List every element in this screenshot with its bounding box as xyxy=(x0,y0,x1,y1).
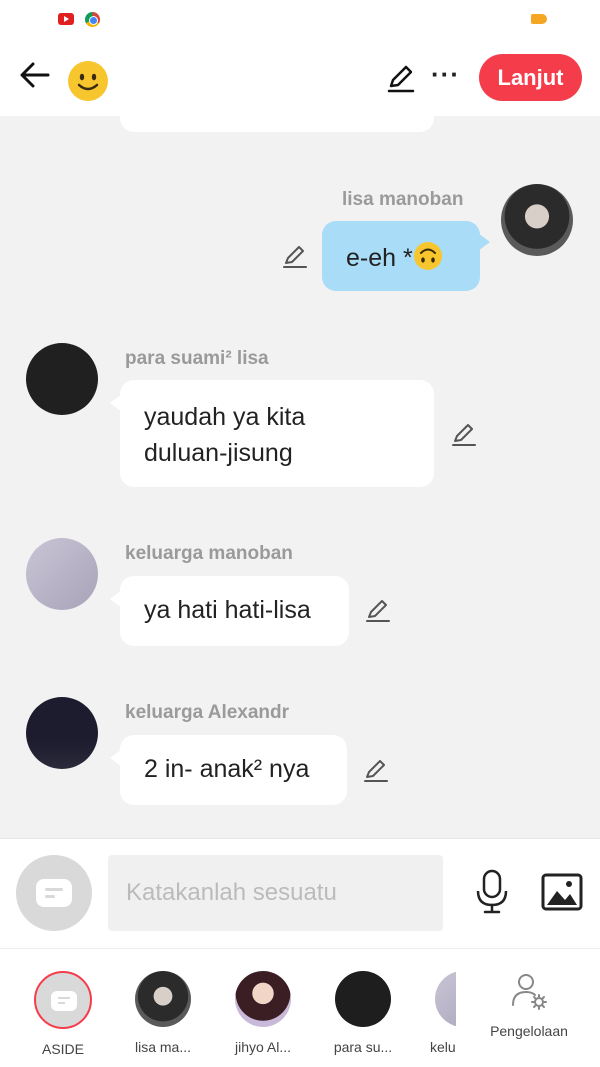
sender-name: lisa manoban xyxy=(342,189,464,210)
tray-item-aside[interactable]: ASIDE xyxy=(18,971,108,1057)
arrow-left-icon[interactable] xyxy=(18,58,52,92)
avatar xyxy=(34,971,92,1029)
pencil-icon[interactable] xyxy=(385,62,417,94)
avatar[interactable] xyxy=(26,343,98,415)
avatar xyxy=(235,971,291,1027)
avatar[interactable] xyxy=(26,697,98,769)
tray-item-character[interactable]: para su... xyxy=(318,971,408,1055)
avatar xyxy=(335,971,391,1027)
manage-button[interactable]: Pengelolaan xyxy=(474,971,584,1039)
character-tray: ASIDE lisa ma... jihyo Al... para su... … xyxy=(0,948,600,1067)
chat-bubble-icon xyxy=(36,879,72,907)
tray-item-label: ASIDE xyxy=(41,1041,84,1057)
message-bubble[interactable]: ya hati hati-lisa xyxy=(110,576,349,646)
avatar[interactable] xyxy=(501,184,573,256)
status-bar xyxy=(0,0,600,40)
message-composer xyxy=(0,838,600,948)
pencil-icon[interactable] xyxy=(281,242,309,270)
chat-header: ··· Lanjut xyxy=(0,40,600,116)
avatar xyxy=(435,971,456,1027)
message-bubble[interactable]: 2 in- anak² nya xyxy=(110,735,347,805)
message-text-line: duluan-jisung xyxy=(144,439,293,467)
microphone-icon[interactable] xyxy=(474,869,510,915)
sender-name: keluarga Alexandr xyxy=(125,702,290,723)
user-settings-icon xyxy=(512,974,547,1010)
battery-icon xyxy=(531,14,547,24)
message-input[interactable] xyxy=(108,855,443,931)
tray-item-character[interactable]: lisa ma... xyxy=(118,971,208,1055)
youtube-icon xyxy=(58,13,74,25)
sender-name: para suami² lisa xyxy=(125,348,269,369)
message-bubble[interactable]: e-eh * xyxy=(322,221,490,291)
message-text: e-eh * xyxy=(346,244,413,272)
tray-item-label: para su... xyxy=(333,1039,393,1055)
tray-item-label: kelu xyxy=(430,1039,456,1055)
message-bubble[interactable]: yaudah ya kita duluan-jisung xyxy=(110,380,434,487)
pencil-icon[interactable] xyxy=(364,596,392,624)
tray-item-label: jihyo Al... xyxy=(234,1039,292,1055)
avatar xyxy=(135,971,191,1027)
image-icon[interactable] xyxy=(541,873,583,911)
smiley-icon[interactable] xyxy=(67,60,109,102)
tray-item-label: lisa ma... xyxy=(134,1039,191,1055)
message-text-line: yaudah ya kita xyxy=(144,403,306,431)
more-horizontal-icon[interactable]: ··· xyxy=(431,61,459,88)
chrome-icon xyxy=(85,12,100,27)
avatar[interactable] xyxy=(26,538,98,610)
character-switch-button[interactable] xyxy=(16,855,92,931)
chat-bubble-icon xyxy=(51,991,77,1011)
next-button[interactable]: Lanjut xyxy=(479,54,582,101)
sender-name: keluarga manoban xyxy=(125,543,293,564)
message-bubble-partial[interactable] xyxy=(120,116,434,132)
pencil-icon[interactable] xyxy=(450,420,478,448)
upside-down-face-icon xyxy=(413,242,442,270)
tray-item-character[interactable]: jihyo Al... xyxy=(218,971,308,1055)
tray-item-character[interactable]: kelu xyxy=(418,971,456,1055)
chat-area[interactable]: lisa manoban e-eh * para suami² lisa yau… xyxy=(0,116,600,838)
manage-label: Pengelolaan xyxy=(490,1023,568,1039)
pencil-icon[interactable] xyxy=(362,756,390,784)
